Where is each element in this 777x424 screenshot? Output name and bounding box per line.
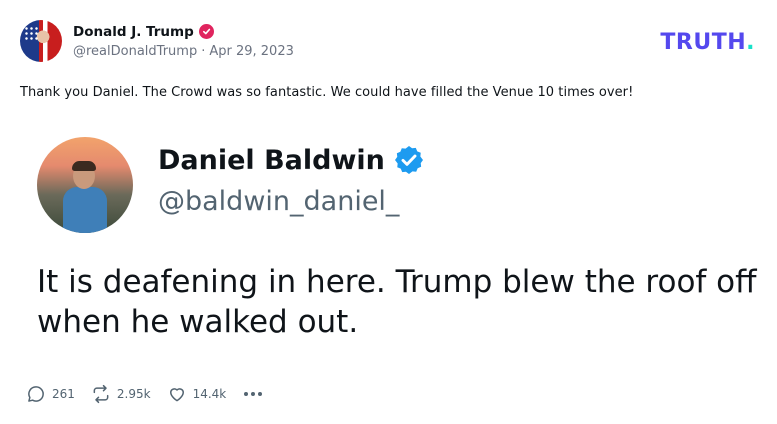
more-icon-dot xyxy=(258,392,263,396)
retruth-count: 2.95k xyxy=(116,387,151,401)
author-name-row: Donald J. Trump xyxy=(73,24,294,40)
author-handle[interactable]: @realDonaldTrump xyxy=(73,44,197,59)
heart-icon xyxy=(169,388,184,402)
avatar-figure-body xyxy=(63,187,107,233)
avatar-stars-pattern xyxy=(24,26,38,40)
logo-dot: . xyxy=(746,30,755,55)
verified-badge-icon xyxy=(198,24,214,39)
verified-badge-icon xyxy=(394,146,423,174)
like-count: 14.4k xyxy=(192,387,227,401)
post-date[interactable]: Apr 29, 2023 xyxy=(209,44,294,59)
meta-separator: · xyxy=(201,43,206,59)
retruth-button[interactable]: 2.95k xyxy=(91,384,151,404)
avatar-figure-hair xyxy=(72,161,96,171)
logo-text: TRUTH xyxy=(660,30,747,55)
reply-count: 261 xyxy=(52,387,75,401)
author-info: Donald J. Trump @realDonaldTrump · Apr 2… xyxy=(73,24,294,59)
more-options-button[interactable] xyxy=(244,392,265,396)
post-meta: @realDonaldTrump · Apr 29, 2023 xyxy=(73,44,294,59)
author-name[interactable]: Donald J. Trump xyxy=(73,24,194,40)
truth-social-logo[interactable]: TRUTH. xyxy=(660,30,755,55)
author-avatar[interactable] xyxy=(20,20,62,62)
post-actions: 261 2.95k 14.4k xyxy=(26,384,265,404)
like-button[interactable]: 14.4k xyxy=(167,384,227,404)
embed-avatar xyxy=(37,137,133,233)
reply-button[interactable]: 261 xyxy=(26,384,75,404)
embed-author-handle: @baldwin_daniel_ xyxy=(158,186,400,217)
post-header: Donald J. Trump @realDonaldTrump · Apr 2… xyxy=(20,20,294,62)
post-text: Thank you Daniel. The Crowd was so fanta… xyxy=(20,85,634,100)
retruth-icon xyxy=(93,384,109,404)
avatar-person-figure xyxy=(63,161,107,233)
embed-post-text: It is deafening in here. Trump blew the … xyxy=(37,264,757,340)
embed-author-name: Daniel Baldwin xyxy=(158,144,385,176)
embed-name-row: Daniel Baldwin xyxy=(158,144,425,176)
more-icon-dot xyxy=(251,392,256,396)
reply-icon xyxy=(28,386,44,402)
embedded-post-image[interactable]: Daniel Baldwin @baldwin_daniel_ It is de… xyxy=(20,120,760,365)
more-icon xyxy=(244,392,249,396)
